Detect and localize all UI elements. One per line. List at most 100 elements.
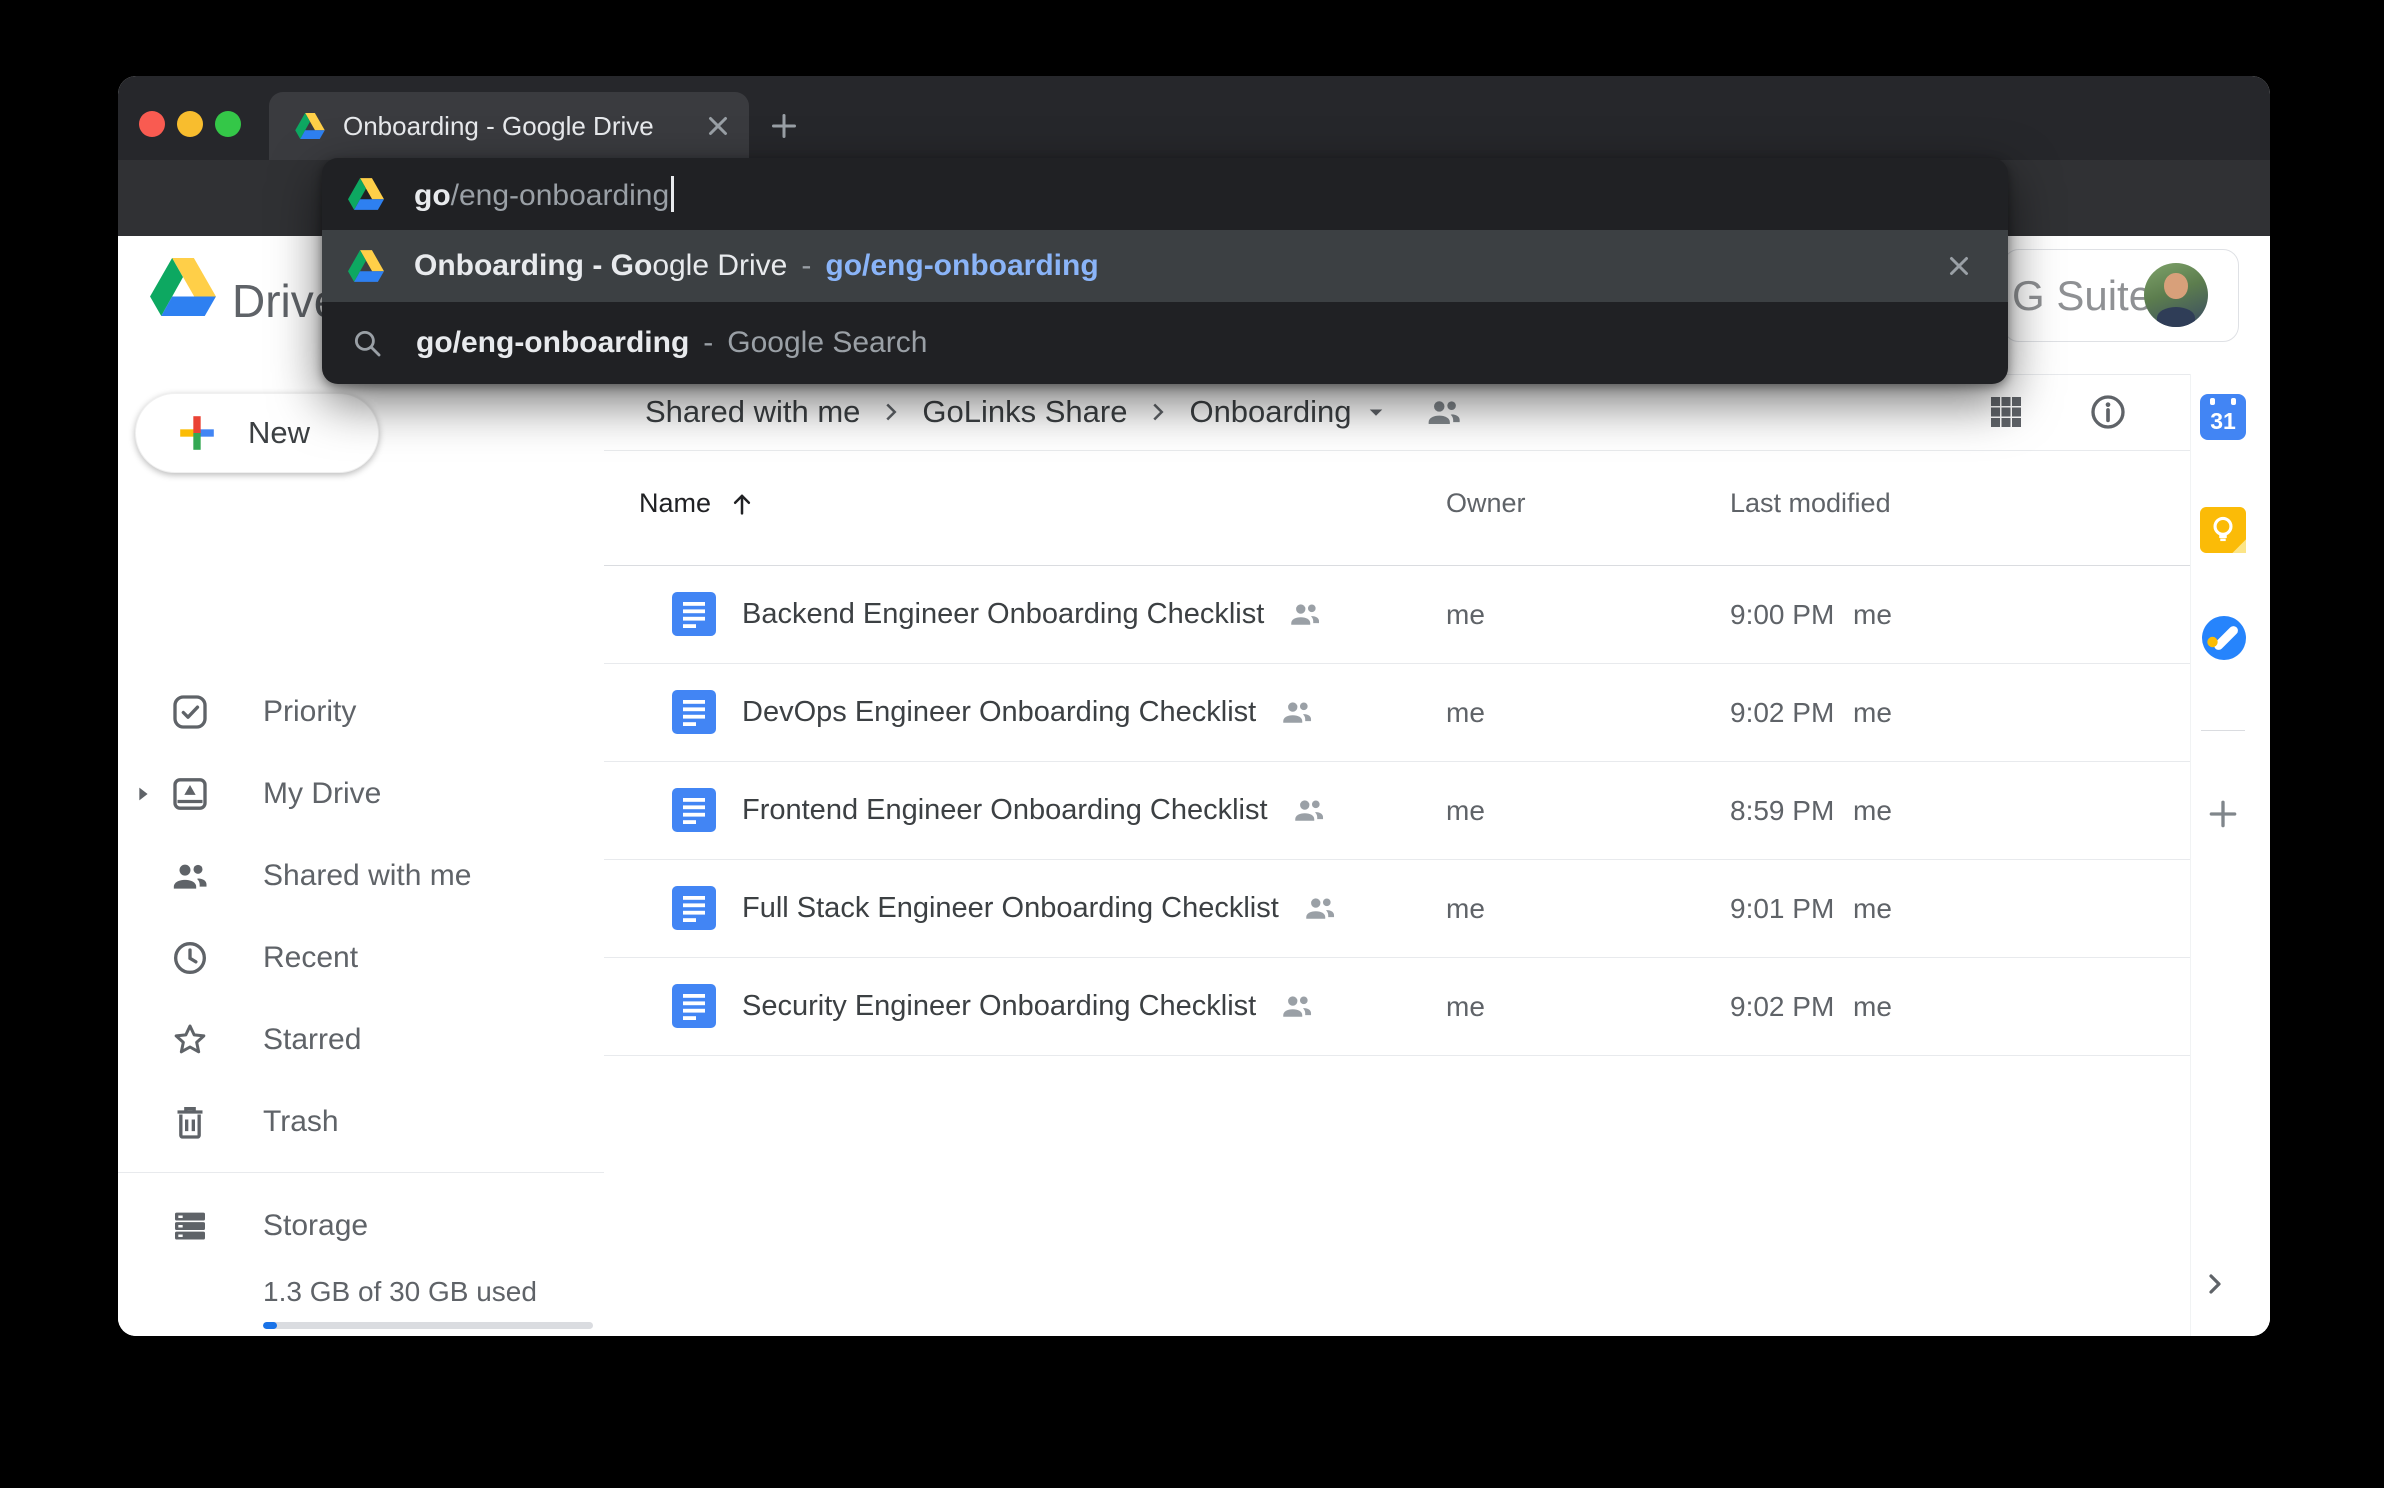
google-docs-icon: [672, 984, 716, 1028]
suggestion-title-match: Onboarding - Go: [414, 249, 652, 282]
shared-indicator-icon: [1280, 989, 1314, 1023]
storage-icon: [170, 1206, 210, 1246]
file-row[interactable]: Security Engineer Onboarding Checklist m…: [604, 957, 2190, 1056]
new-button-label: New: [248, 415, 310, 451]
file-modified-by: me: [1853, 697, 1892, 729]
suggestion-dash: -: [703, 326, 713, 359]
sidebar-label: Storage: [263, 1209, 368, 1243]
drive-favicon: [348, 250, 384, 282]
file-owner: me: [1446, 599, 1485, 631]
sidebar-item-starred[interactable]: Starred: [118, 999, 604, 1081]
google-docs-icon: [672, 788, 716, 832]
google-docs-icon: [672, 592, 716, 636]
keep-app-button[interactable]: [2200, 507, 2246, 553]
file-modified-by: me: [1853, 795, 1892, 827]
suggestion-query: go/eng-onboarding: [416, 326, 689, 359]
tab-bar: Onboarding - Google Drive: [118, 76, 2270, 160]
new-tab-button[interactable]: [766, 108, 802, 144]
chevron-right-icon: [876, 397, 906, 427]
tasks-app-button[interactable]: [2200, 614, 2248, 662]
file-list-panel: Shared with me GoLinks Share Onboarding: [604, 374, 2190, 1336]
new-button[interactable]: New: [135, 393, 379, 473]
tab-title: Onboarding - Google Drive: [343, 111, 703, 142]
calendar-app-button[interactable]: 31: [2200, 394, 2246, 440]
suggestion-title-rest: ogle Drive: [652, 249, 787, 282]
minimize-window-button[interactable]: [177, 111, 203, 137]
file-modified-time: 9:02 PM: [1730, 991, 1834, 1023]
tab-close-icon[interactable]: [703, 111, 733, 141]
storage-progress-bar: [263, 1322, 593, 1329]
drive-app: Drive G Suite New Priori: [118, 236, 2270, 1336]
column-header-modified[interactable]: Last modified: [1730, 488, 1891, 519]
storage-progress-fill: [263, 1322, 277, 1329]
breadcrumb-item-onboarding[interactable]: Onboarding: [1189, 394, 1351, 430]
drive-favicon: [348, 178, 384, 210]
column-header-name[interactable]: Name: [639, 488, 757, 519]
browser-tab[interactable]: Onboarding - Google Drive: [269, 92, 749, 160]
file-modified-time: 8:59 PM: [1730, 795, 1834, 827]
drive-sidebar: New Priority My Drive Shared with me: [118, 374, 604, 1336]
suggestion-google-search[interactable]: go/eng-onboarding-Google Search: [322, 302, 2008, 384]
sidebar-label: Starred: [263, 1023, 361, 1057]
file-modified-time: 9:02 PM: [1730, 697, 1834, 729]
text-cursor: [671, 176, 674, 212]
grid-view-icon[interactable]: [1986, 392, 2026, 432]
collapse-rail-chevron-icon[interactable]: [2199, 1268, 2231, 1300]
calendar-icon: 31: [2210, 410, 2236, 433]
sidebar-item-recent[interactable]: Recent: [118, 917, 604, 999]
folder-menu-caret-icon[interactable]: [1361, 397, 1391, 427]
priority-icon: [170, 692, 210, 732]
recent-icon: [170, 938, 210, 978]
starred-icon: [170, 1020, 210, 1060]
close-window-button[interactable]: [139, 111, 165, 137]
file-modified-by: me: [1853, 991, 1892, 1023]
file-owner: me: [1446, 795, 1485, 827]
file-modified-by: me: [1853, 893, 1892, 925]
info-icon[interactable]: [2088, 392, 2128, 432]
sort-ascending-icon[interactable]: [727, 489, 757, 519]
search-icon: [350, 326, 384, 360]
shared-with-me-icon: [170, 856, 210, 896]
file-modified-time: 9:01 PM: [1730, 893, 1834, 925]
sidebar-label: Recent: [263, 941, 358, 975]
add-app-button[interactable]: [2203, 794, 2243, 834]
breadcrumb-item-shared-with-me[interactable]: Shared with me: [645, 394, 860, 430]
expand-arrow-icon[interactable]: [132, 783, 154, 805]
shared-indicator-icon: [1288, 597, 1322, 631]
omnibox-input[interactable]: go/eng-onboarding: [414, 176, 674, 213]
sidebar-item-trash[interactable]: Trash: [118, 1081, 604, 1163]
file-name: DevOps Engineer Onboarding Checklist: [742, 696, 1256, 729]
column-header-owner[interactable]: Owner: [1446, 488, 1526, 519]
sidebar-item-priority[interactable]: Priority: [118, 671, 604, 753]
file-name: Frontend Engineer Onboarding Checklist: [742, 794, 1268, 827]
file-owner: me: [1446, 991, 1485, 1023]
file-row[interactable]: DevOps Engineer Onboarding Checklist me …: [604, 663, 2190, 762]
file-row[interactable]: Backend Engineer Onboarding Checklist me…: [604, 565, 2190, 664]
sidebar-item-storage[interactable]: Storage: [118, 1196, 604, 1256]
omnibox[interactable]: go/eng-onboarding: [322, 158, 2008, 230]
suggestion-drive-result[interactable]: Onboarding - Google Drive-go/eng-onboard…: [322, 230, 2008, 302]
file-name: Backend Engineer Onboarding Checklist: [742, 598, 1264, 631]
shared-indicator-icon: [1303, 891, 1337, 925]
google-apps-rail: 31: [2190, 374, 2270, 1336]
file-row[interactable]: Full Stack Engineer Onboarding Checklist…: [604, 859, 2190, 958]
remove-suggestion-icon[interactable]: [1944, 251, 1974, 281]
trash-icon: [170, 1102, 210, 1142]
gsuite-account-pill[interactable]: G Suite: [2003, 249, 2239, 342]
drive-logo-icon[interactable]: [150, 258, 216, 316]
my-drive-icon: [170, 774, 210, 814]
omnibox-completion-text: /eng-onboarding: [451, 179, 670, 212]
drive-favicon: [295, 113, 325, 139]
sidebar-divider: [118, 1172, 604, 1173]
account-avatar[interactable]: [2144, 263, 2208, 327]
file-row[interactable]: Frontend Engineer Onboarding Checklist m…: [604, 761, 2190, 860]
shared-indicator-icon: [1280, 695, 1314, 729]
multicolor-plus-icon: [176, 412, 218, 454]
zoom-window-button[interactable]: [215, 111, 241, 137]
breadcrumb-item-golinks-share[interactable]: GoLinks Share: [922, 394, 1127, 430]
sidebar-item-shared-with-me[interactable]: Shared with me: [118, 835, 604, 917]
sidebar-item-my-drive[interactable]: My Drive: [118, 753, 604, 835]
file-modified-time: 9:00 PM: [1730, 599, 1834, 631]
google-docs-icon: [672, 690, 716, 734]
suggestion-engine: Google Search: [727, 326, 927, 359]
